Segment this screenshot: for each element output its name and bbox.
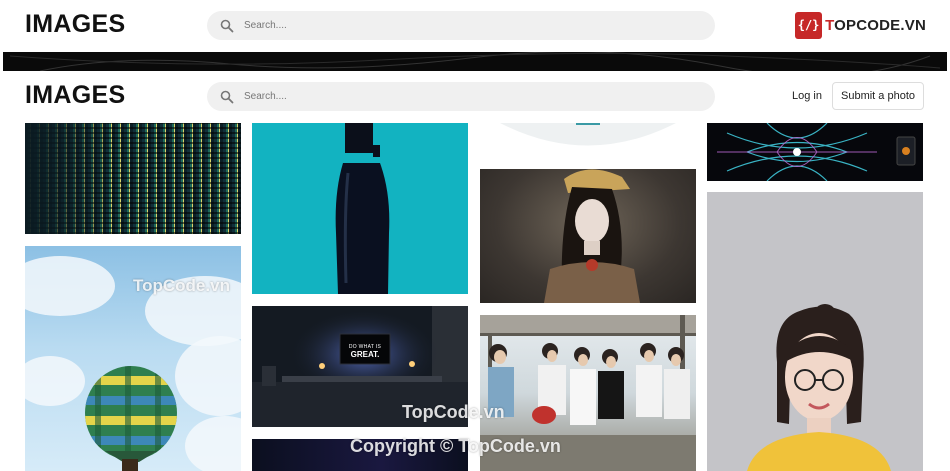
site-logo[interactable]: IMAGES <box>25 10 125 39</box>
search-input[interactable]: Search.... <box>244 20 287 31</box>
photo-code-screen[interactable] <box>25 123 241 234</box>
sticky-header: IMAGES Search.... Log in Submit a photo <box>0 71 950 121</box>
header-actions: Log in Submit a photo <box>792 82 924 110</box>
search-input[interactable]: Search.... <box>244 91 287 102</box>
watermark-text: TopCode.vn <box>402 402 505 422</box>
page: IMAGES Search.... {/} TOPCODE.VN IMAGES … <box>0 0 950 471</box>
photo-girl-glasses[interactable] <box>707 192 923 471</box>
brand-badge[interactable]: {/} TOPCODE.VN <box>795 11 926 39</box>
login-link[interactable]: Log in <box>792 90 822 102</box>
top-header: IMAGES Search.... {/} TOPCODE.VN <box>0 0 950 52</box>
search-icon <box>220 19 234 33</box>
photo-white-circle[interactable] <box>480 123 696 151</box>
submit-photo-button[interactable]: Submit a photo <box>832 82 924 110</box>
photo-fantasy-warrior[interactable] <box>480 169 696 303</box>
search-bar[interactable]: Search.... <box>207 82 715 111</box>
photo-hot-air-balloon[interactable]: TopCode.vn <box>25 246 241 471</box>
photo-fractal-art[interactable] <box>707 123 923 181</box>
watermark-text: TopCode.vn <box>133 276 230 295</box>
photo-black-bottle[interactable] <box>252 123 468 294</box>
site-logo[interactable]: IMAGES <box>25 81 125 110</box>
background-strip <box>0 52 950 71</box>
copyright-watermark: Copyright © TopCode.vn <box>350 436 561 456</box>
brand-logo-icon: {/} <box>795 11 823 39</box>
brand-name: TOPCODE.VN <box>825 16 926 34</box>
search-bar[interactable]: Search.... <box>207 11 715 40</box>
screen-line-2: GREAT. <box>350 350 380 359</box>
search-icon <box>220 90 234 104</box>
